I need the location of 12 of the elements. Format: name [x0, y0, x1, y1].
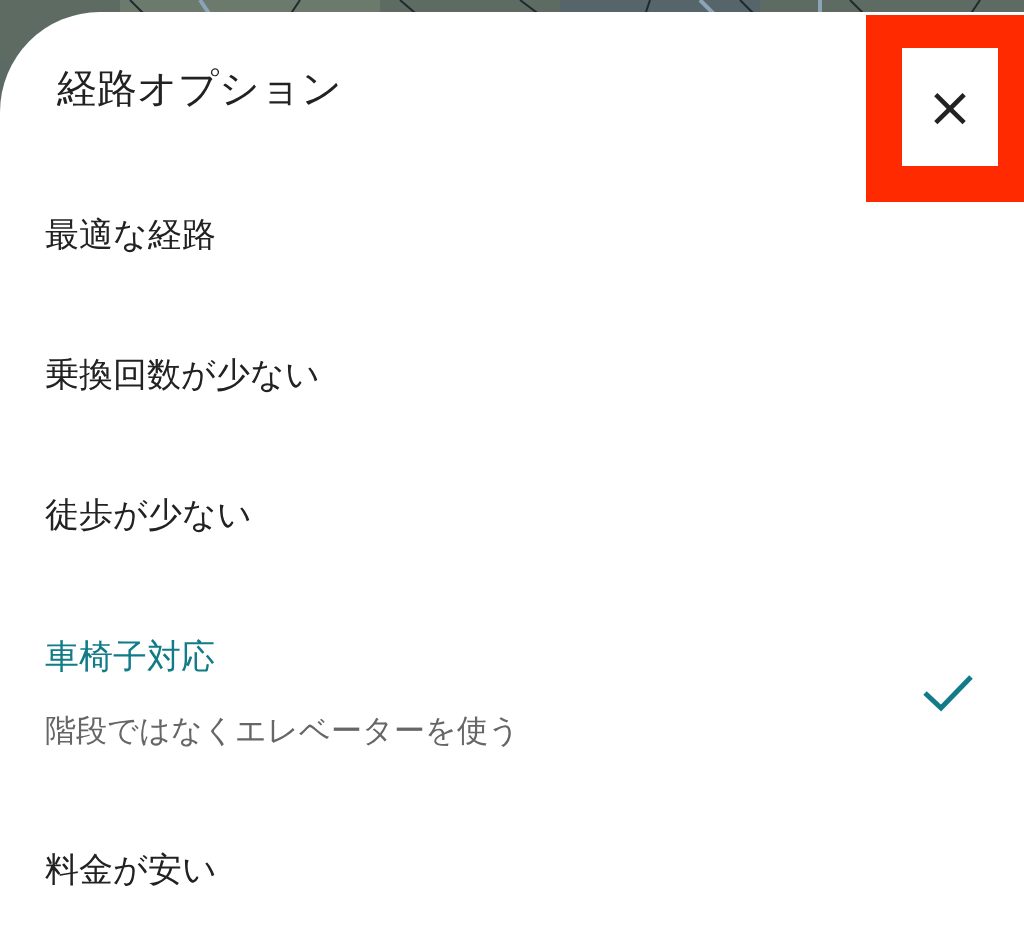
option-label: 徒歩が少ない [45, 493, 253, 536]
option-description: 階段ではなくエレベーターを使う [45, 710, 521, 750]
option-item[interactable]: 車椅子対応 階段ではなくエレベーターを使う [0, 585, 1024, 800]
option-item[interactable]: 乗換回数が少ない [0, 305, 1024, 445]
option-label: 料金が安い [45, 848, 218, 891]
sheet-title: 経路オプション [57, 64, 342, 113]
option-label: 最適な経路 [45, 213, 217, 256]
option-label: 車椅子対応 [45, 634, 216, 678]
option-item[interactable]: 最適な経路 [0, 165, 1024, 305]
option-label: 乗換回数が少ない [45, 353, 321, 396]
option-item[interactable]: 徒歩が少ない [0, 445, 1024, 585]
option-item[interactable]: 料金が安い [0, 800, 1024, 940]
